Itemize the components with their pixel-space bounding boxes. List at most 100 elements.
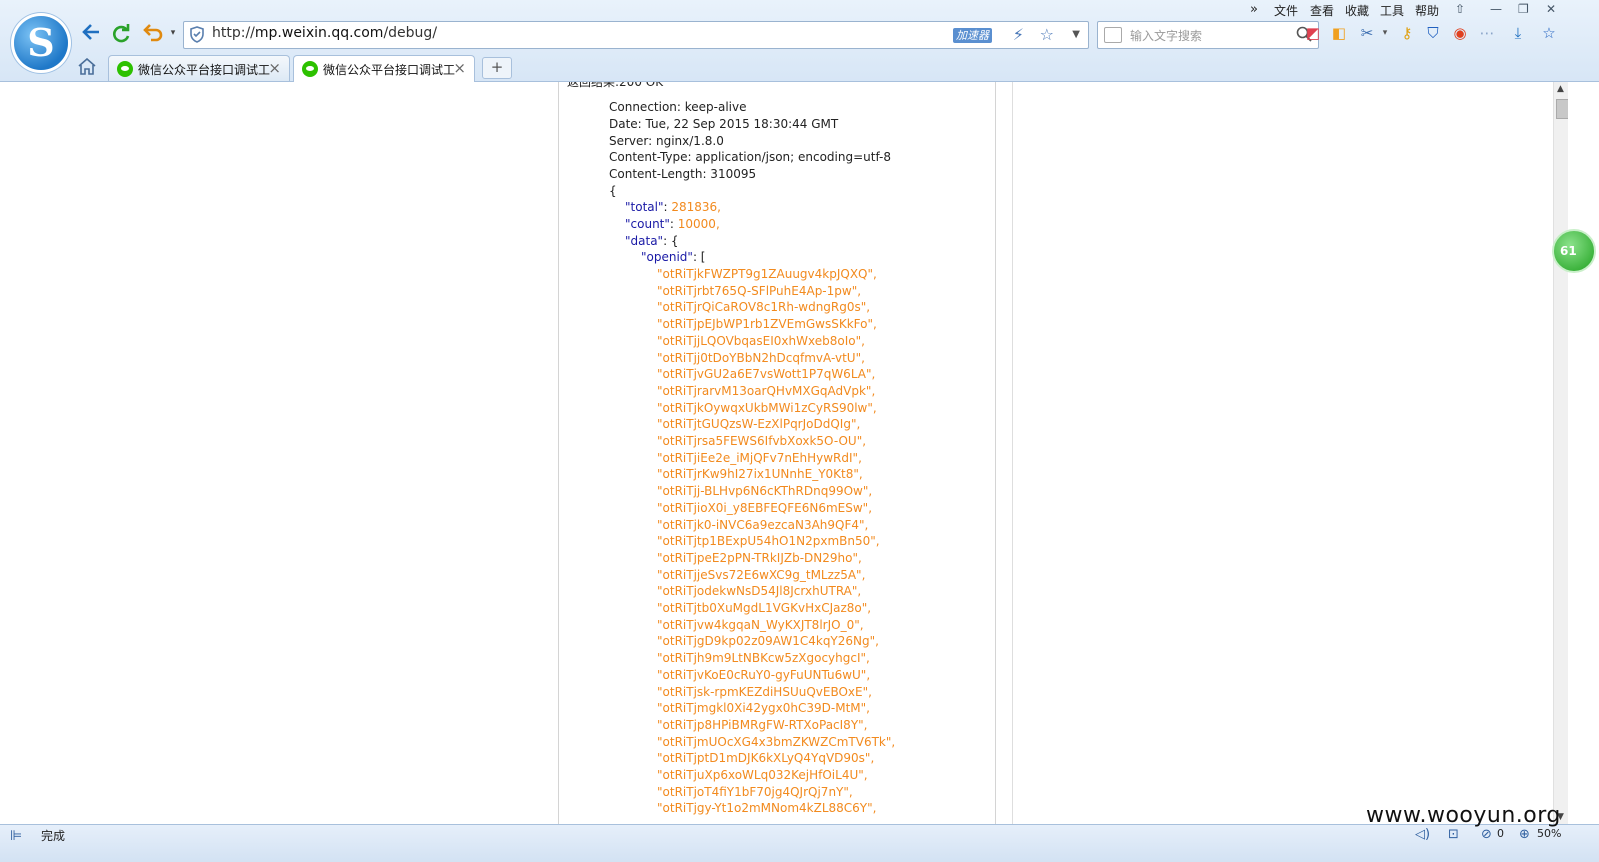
address-dropdown-icon[interactable]: ▼ bbox=[1072, 29, 1080, 40]
back-arrow-icon[interactable] bbox=[78, 20, 104, 46]
menu-tools[interactable]: 工具 bbox=[1380, 2, 1404, 19]
openid-item: "otRiTjrsa5FEWS6IfvbXoxk5O-OU", bbox=[657, 434, 867, 448]
openid-item: "otRiTjgy-Yt1o2mMNom4kZL88C6Y", bbox=[657, 801, 877, 816]
header-line: Server: nginx/1.8.0 bbox=[609, 134, 724, 148]
scroll-up-icon[interactable]: ▲ bbox=[1557, 84, 1564, 94]
menu-bar: » 文件 查看 收藏 工具 帮助 ⇧ — ❐ ✕ bbox=[1250, 2, 1599, 20]
json-count: "count": 10000, bbox=[625, 216, 720, 233]
wechat-icon bbox=[117, 61, 133, 77]
menu-view[interactable]: 查看 bbox=[1310, 2, 1334, 19]
new-tab-button[interactable]: + bbox=[482, 57, 512, 79]
json-openid: "openid": [ bbox=[641, 249, 705, 266]
restore-icon[interactable]: ❐ bbox=[1518, 2, 1529, 16]
json-open-brace: { bbox=[609, 184, 617, 198]
result-status: 返回结果:200 OK bbox=[567, 82, 664, 89]
zoom-icon[interactable]: ⊕ bbox=[1519, 827, 1530, 842]
search-input[interactable]: 输入文字搜索 bbox=[1130, 27, 1202, 44]
json-punct: : { bbox=[663, 234, 679, 248]
sidebar-toggle-icon[interactable]: ⊫ bbox=[10, 828, 22, 844]
speaker-icon[interactable]: ◁) bbox=[1415, 827, 1430, 842]
accelerator-badge[interactable]: 加速器 bbox=[953, 28, 992, 43]
tab-title: 微信公众平台接口调试工具 bbox=[138, 63, 270, 77]
header-line: Content-Type: application/json; encoding… bbox=[609, 150, 891, 164]
watermark: www.wooyun.org bbox=[1366, 803, 1561, 828]
tab-0[interactable]: 微信公众平台接口调试工具 × bbox=[108, 55, 290, 81]
address-bar[interactable]: http://mp.weixin.qq.com/debug/ 加速器 ⚡ ☆ ▼ bbox=[183, 21, 1089, 49]
browser-logo-icon: S bbox=[14, 16, 68, 70]
more-icon[interactable]: ⋯ bbox=[1477, 23, 1497, 43]
openid-item: "otRiTjh9m9LtNBKcw5zXgocyhgcI", bbox=[657, 651, 870, 666]
openid-item: "otRiTjpeE2pPN-TRkIJZb-DN29ho", bbox=[657, 550, 862, 565]
scissors-icon[interactable]: ✂ bbox=[1357, 23, 1377, 43]
block-icon[interactable]: ⊘ bbox=[1481, 827, 1492, 842]
browser-chrome: S ▾ http://mp.weixin.qq.com/debug/ 加速器 ⚡… bbox=[0, 0, 1599, 82]
openid-item: "otRiTjioX0i_y8EBFEQFE6N6mESw", bbox=[657, 500, 873, 515]
favorites-star-icon[interactable]: ☆ bbox=[1539, 23, 1559, 43]
search-box[interactable]: 输入文字搜索 bbox=[1097, 21, 1319, 49]
wechat-icon bbox=[302, 61, 318, 77]
openid-item: "otRiTjp8HPiBMRgFW-RTXoPacI8Y", bbox=[657, 717, 868, 732]
url-text[interactable]: http://mp.weixin.qq.com/debug/ bbox=[212, 25, 437, 41]
openid-item: "otRiTjkFWZPT9g1ZAuugv4kpJQXQ", bbox=[657, 267, 877, 281]
search-engine-icon[interactable] bbox=[1104, 27, 1122, 43]
header-line: Connection: keep-alive bbox=[609, 100, 747, 114]
menu-more-icon[interactable]: » bbox=[1250, 2, 1258, 17]
openid-item: "otRiTjrarvM13oarQHvMXGqAdVpk", bbox=[657, 383, 876, 398]
json-value: 10000, bbox=[677, 217, 720, 231]
window-icon[interactable]: ⊡ bbox=[1448, 827, 1459, 842]
debug-response-panel: 返回结果:200 OK Connection: keep-alive Date:… bbox=[558, 82, 996, 824]
openid-item: "otRiTjvKoE0cRuY0-gyFuUNTu6wU", bbox=[657, 667, 871, 682]
openid-item: "otRiTjptD1mDJK6kXLyQ4YqVD90s", bbox=[657, 751, 875, 766]
openid-item: "otRiTjj0tDoYBbN2hDcqfmvA-vtU", bbox=[657, 350, 865, 365]
openid-item: "otRiTjiEe2e_iMjQFv7nEhHywRdI", bbox=[657, 450, 862, 465]
skin-icon[interactable]: ⇧ bbox=[1455, 2, 1465, 16]
lightning-icon[interactable]: ⚡ bbox=[1013, 25, 1024, 44]
openid-item: "otRiTjodekwNsD54Jl8JcrxhUTRA", bbox=[657, 584, 862, 599]
screenshot-icon[interactable]: ◩ bbox=[1303, 23, 1323, 43]
shield-icon[interactable]: ⛉ bbox=[1423, 23, 1443, 43]
scissors-dropdown-icon[interactable]: ▾ bbox=[1375, 23, 1395, 43]
openid-item: "otRiTjrQiCaROV8c1Rh-wdngRg0s", bbox=[657, 300, 871, 315]
tab-close-icon[interactable]: × bbox=[268, 59, 281, 77]
openid-item: "otRiTjkOywqxUkbMWi1zCyRS90lw", bbox=[657, 400, 877, 415]
url-path: /debug/ bbox=[383, 25, 438, 41]
openid-item: "otRiTjjeSvs72E6wXC9g_tMLzz5A", bbox=[657, 567, 866, 582]
menu-file[interactable]: 文件 bbox=[1274, 2, 1298, 19]
json-colon: : bbox=[669, 217, 678, 231]
json-key: "data" bbox=[625, 234, 664, 248]
openid-item: "otRiTjpEJbWP1rb1ZVEmGwsSKkFo", bbox=[657, 317, 877, 332]
tab-1-active[interactable]: 微信公众平台接口调试工具 × bbox=[293, 55, 475, 82]
security-shield-icon bbox=[190, 26, 204, 46]
floating-speed-ball[interactable]: 61 bbox=[1552, 229, 1596, 273]
minimize-icon[interactable]: — bbox=[1490, 2, 1502, 16]
mail-icon[interactable]: ◧ bbox=[1329, 23, 1349, 43]
vertical-scrollbar[interactable]: ▲ ▼ bbox=[1553, 82, 1569, 824]
json-key: "total" bbox=[625, 200, 664, 214]
block-count: 0 bbox=[1497, 827, 1504, 840]
openid-item: "otRiTjrKw9hI27ix1UNnhE_Y0Kt8", bbox=[657, 467, 863, 482]
openid-item: "otRiTjsk-rpmKEZdiHSUuQvEBOxE", bbox=[657, 684, 872, 699]
menu-help[interactable]: 帮助 bbox=[1415, 2, 1439, 19]
openid-item: "otRiTjk0-iNVC6a9ezcaN3Ah9QF4", bbox=[657, 517, 869, 532]
openid-item: "otRiTjtp1BExpU54hO1N2pxmBn50", bbox=[657, 534, 880, 549]
tab-close-icon[interactable]: × bbox=[453, 59, 466, 77]
json-key: "openid" bbox=[641, 250, 693, 264]
download-icon[interactable]: ⤓ bbox=[1508, 23, 1528, 43]
refresh-icon[interactable] bbox=[108, 20, 134, 46]
zoom-level[interactable]: 50% bbox=[1537, 827, 1561, 840]
menu-favorites[interactable]: 收藏 bbox=[1345, 2, 1369, 19]
close-window-icon[interactable]: ✕ bbox=[1546, 2, 1556, 16]
content-divider bbox=[1012, 82, 1013, 824]
key-icon[interactable]: ⚷ bbox=[1397, 23, 1417, 43]
home-icon[interactable] bbox=[78, 57, 96, 78]
right-margin bbox=[1568, 82, 1599, 824]
header-line: Content-Length: 310095 bbox=[609, 167, 757, 181]
star-icon[interactable]: ☆ bbox=[1040, 25, 1054, 44]
openid-item: "otRiTjjLQOVbqasEI0xhWxeb8oIo", bbox=[657, 333, 865, 348]
openid-item: "otRiTjtGUQzsW-EzXlPqrJoDdQIg", bbox=[657, 417, 861, 432]
openid-item: "otRiTjmUOcXG4x3bmZKWZCmTV6Tk", bbox=[657, 734, 896, 749]
url-scheme: http:// bbox=[212, 25, 255, 41]
json-total: "total": 281836, bbox=[625, 199, 721, 216]
weibo-icon[interactable]: ◉ bbox=[1450, 23, 1470, 43]
status-bar: ⊫ 完成 ◁) ⊡ ⊘ 0 ⊕ 50% bbox=[0, 824, 1599, 862]
